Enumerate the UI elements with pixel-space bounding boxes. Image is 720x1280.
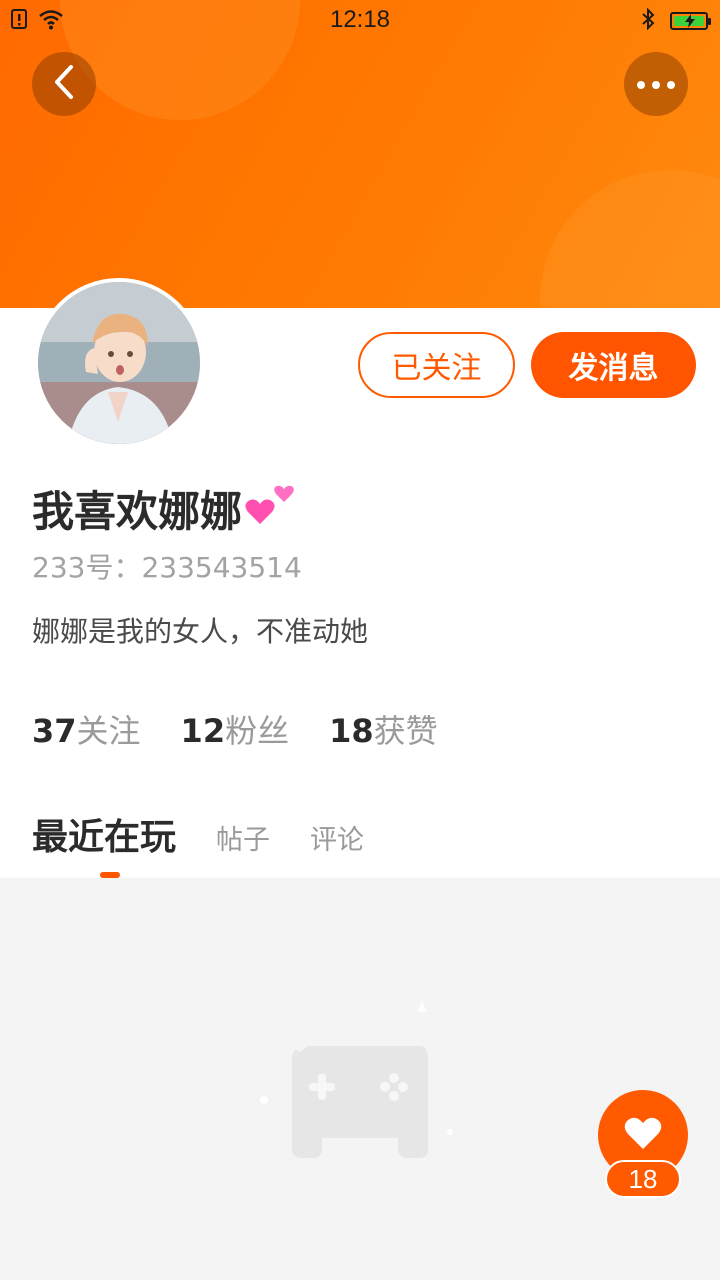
user-id: 233号：233543514	[32, 551, 302, 584]
more-button[interactable]	[624, 52, 688, 116]
user-bio: 娜娜是我的女人，不准动她	[32, 615, 369, 648]
stat-value: 37	[32, 712, 77, 750]
avatar[interactable]	[34, 278, 204, 448]
tab-recently-played[interactable]: 最近在玩	[32, 808, 176, 860]
stat-label: 粉丝	[225, 712, 290, 750]
stat-value: 12	[180, 712, 226, 750]
stat-label: 关注	[76, 712, 141, 750]
stat-likes[interactable]: 18 获赞	[329, 706, 438, 752]
profile-banner	[0, 0, 720, 308]
status-time: 12:18	[329, 6, 391, 33]
nickname: 我喜欢娜娜	[32, 487, 243, 536]
like-count-badge: 18	[605, 1160, 681, 1198]
stat-value: 18	[329, 712, 374, 750]
gamepad-icon	[252, 990, 472, 1180]
stat-fans[interactable]: 12 粉丝	[181, 706, 290, 752]
two-hearts-icon	[244, 478, 300, 528]
followed-button[interactable]: 已关注	[358, 332, 515, 398]
status-bar: 12:18	[0, 0, 720, 40]
stat-following[interactable]: 37 关注	[32, 706, 141, 752]
chevron-left-icon	[52, 64, 76, 104]
tab-posts[interactable]: 帖子	[216, 818, 270, 857]
banner-decoration	[540, 170, 720, 308]
stats-row: 37 关注 12 粉丝 18 获赞	[32, 706, 438, 752]
heart-icon	[623, 1115, 663, 1155]
send-message-button[interactable]: 发消息	[531, 332, 696, 398]
bluetooth-icon	[640, 7, 656, 34]
tab-comments[interactable]: 评论	[310, 818, 364, 857]
back-button[interactable]	[32, 52, 96, 116]
battery-charging-icon	[670, 12, 711, 30]
nickname-row: 我喜欢娜娜	[32, 478, 300, 539]
stat-label: 获赞	[373, 712, 438, 750]
more-dots-icon	[636, 75, 676, 94]
profile-tabs: 最近在玩 帖子 评论	[32, 808, 364, 860]
